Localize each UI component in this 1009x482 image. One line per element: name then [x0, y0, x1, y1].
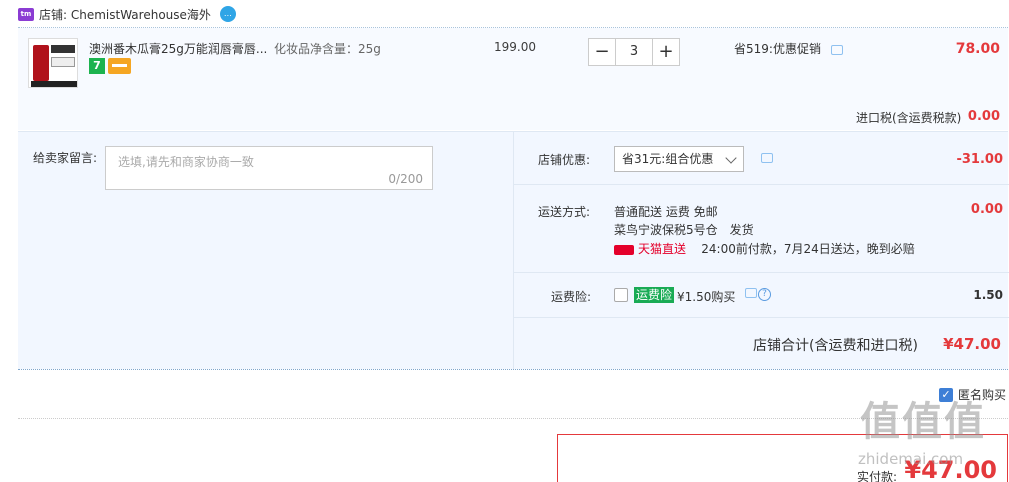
shop-discount-value: -31.00	[956, 152, 1003, 167]
divider-bottom	[18, 369, 1008, 370]
message-char-count: 0/200	[388, 172, 423, 186]
shop-discount-select[interactable]: 省31元:组合优惠	[614, 146, 744, 172]
shipping-eta-text: 24:00前付款，7月24日送达，晚到必赔	[701, 242, 915, 256]
item-row: 澳洲番木瓜膏25g万能润唇膏唇... 化妆品净含量：25g 7 199.00 −…	[18, 28, 1008, 130]
order-options: 给卖家留言: 选填,请先和商家协商一致 0/200 店铺优惠: 省31元:组合优…	[18, 131, 1009, 370]
watermark-site: zhidemai.com	[858, 450, 964, 468]
insurance-label: 运费险:	[551, 290, 592, 304]
shipping-warehouse: 菜鸟宁波保税5号仓 发货	[614, 223, 754, 237]
product-spec: 化妆品净含量：25g	[274, 42, 381, 56]
item-total: 78.00	[955, 41, 1000, 57]
chevron-down-icon	[725, 152, 737, 164]
shop-discount-label: 店铺优惠:	[538, 153, 591, 167]
tmall-direct-label: 天猫直送	[638, 242, 687, 256]
tmall-icon	[614, 244, 634, 255]
shipping-eta: 天猫直送 24:00前付款，7月24日送达，晚到必赔	[614, 240, 915, 257]
insurance-tag: 运费险	[634, 287, 675, 303]
comment-icon[interactable]	[830, 44, 843, 55]
seven-day-return-icon[interactable]: 7	[89, 58, 105, 74]
tax-value: 0.00	[967, 109, 1000, 124]
shop-discount-selected: 省31元:组合优惠	[622, 152, 714, 166]
insurance-checkbox[interactable]	[614, 288, 628, 302]
tax-label: 进口税(含运费税款)	[856, 111, 962, 125]
thumbnail-price-tag	[51, 57, 75, 67]
quantity-input[interactable]: 3	[616, 38, 652, 66]
promo-text: 省519:优惠促销	[734, 40, 843, 57]
quantity-stepper: − 3 +	[588, 38, 680, 66]
insurance-row: 运费险: 运费险 ¥1.50购买 ? 1.50	[514, 273, 1009, 318]
credit-card-icon[interactable]	[108, 58, 131, 74]
comment-icon[interactable]	[761, 153, 773, 163]
product-title[interactable]: 澳洲番木瓜膏25g万能润唇膏唇...	[89, 40, 267, 57]
product-thumbnail[interactable]	[28, 38, 78, 88]
service-badges: 7	[89, 58, 131, 74]
thumbnail-footer	[31, 81, 77, 87]
thumbnail-tube	[33, 45, 49, 81]
increase-button[interactable]: +	[652, 38, 680, 66]
store-header: tm 店铺: ChemistWarehouse海外 …	[18, 4, 236, 24]
chat-bubble-icon[interactable]: …	[219, 6, 236, 22]
message-placeholder: 选填,请先和商家协商一致	[118, 155, 254, 169]
message-input[interactable]: 选填,请先和商家协商一致 0/200	[105, 146, 433, 190]
question-icon[interactable]: ?	[758, 288, 771, 301]
insurance-help: ?	[745, 288, 771, 301]
shipping-label: 运送方式:	[538, 205, 591, 219]
insurance-value: 1.50	[973, 288, 1003, 302]
watermark-logo: 值值值	[860, 399, 986, 445]
shipping-method: 普通配送 运费 免邮	[614, 205, 718, 219]
store-subtotal-value: ¥47.00	[943, 335, 1001, 353]
unit-price: 199.00	[494, 40, 536, 54]
decrease-button[interactable]: −	[588, 38, 616, 66]
shipping-row: 运送方式: 普通配送 运费 免邮 菜鸟宁波保税5号仓 发货 天猫直送 24:00…	[514, 185, 1009, 273]
store-subtotal-label: 店铺合计(含运费和进口税)	[753, 338, 918, 354]
store-icon: tm	[18, 7, 34, 21]
shop-discount-row: 店铺优惠: 省31元:组合优惠 -31.00	[514, 132, 1009, 185]
promo-label: 省519:优惠促销	[734, 42, 821, 56]
shipping-value: 0.00	[970, 202, 1003, 217]
store-name[interactable]: 店铺: ChemistWarehouse海外	[39, 6, 211, 23]
message-label: 给卖家留言:	[33, 151, 98, 165]
thumbnail-label	[51, 45, 75, 53]
comment-icon[interactable]	[745, 288, 757, 298]
insurance-price: ¥1.50购买	[677, 290, 736, 304]
